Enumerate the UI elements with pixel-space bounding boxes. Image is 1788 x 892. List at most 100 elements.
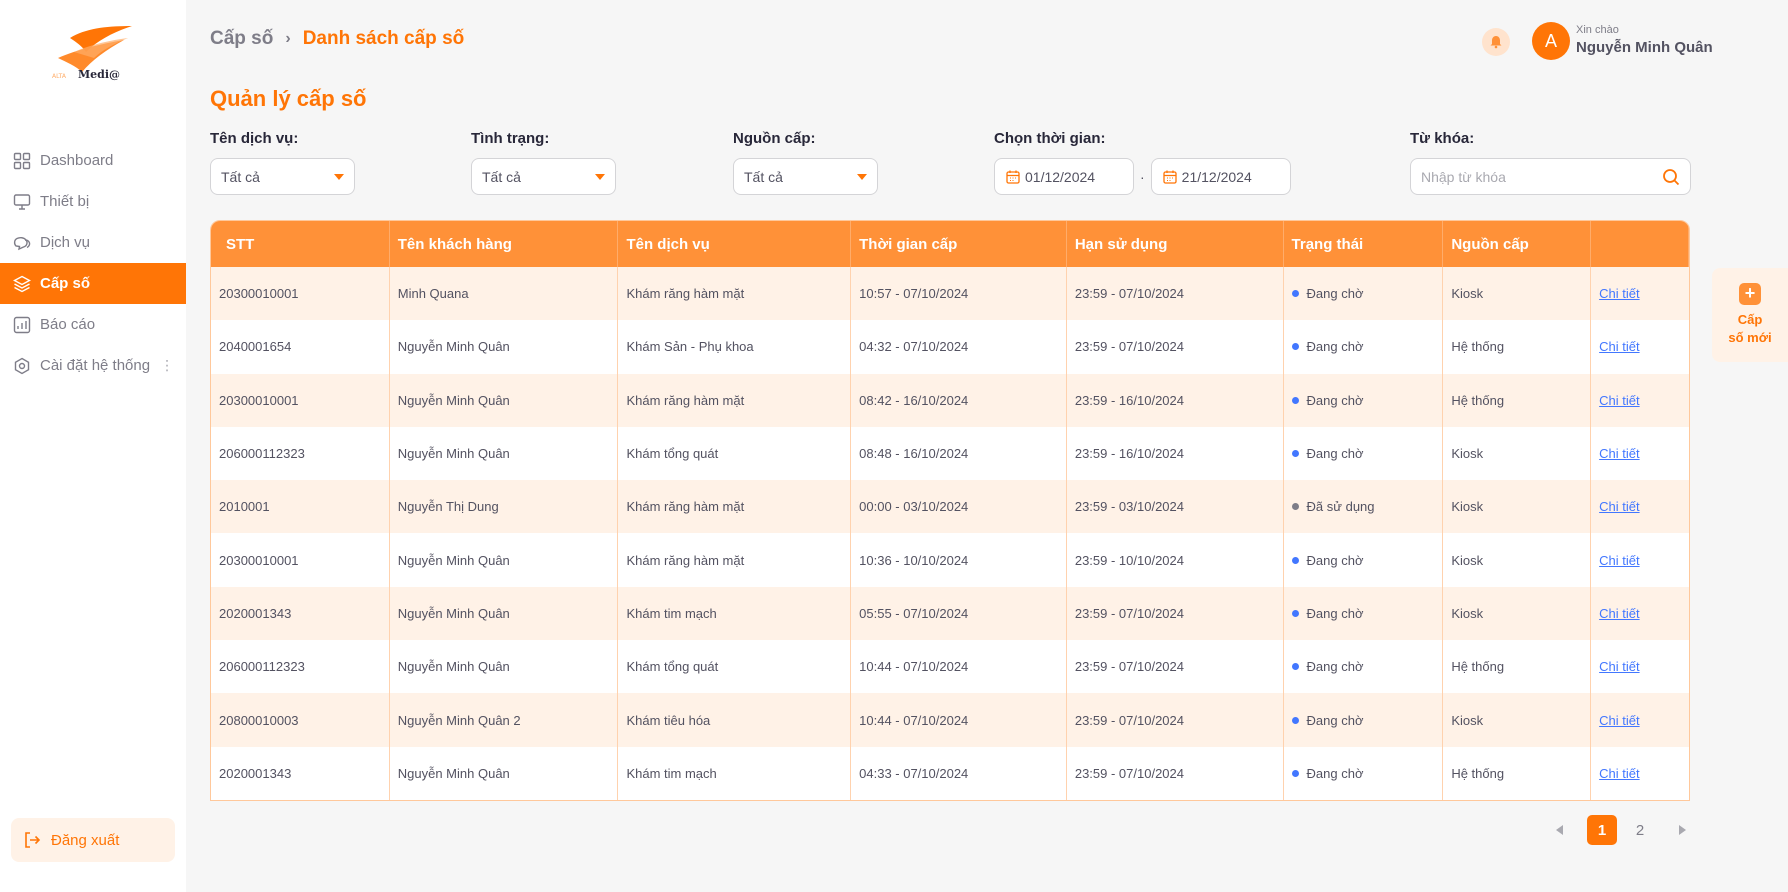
cell-expiry: 23:59 - 16/10/2024 bbox=[1067, 373, 1284, 427]
caret-down-icon bbox=[334, 173, 344, 180]
next-page-icon[interactable] bbox=[1679, 825, 1686, 835]
add-button-label-2: số mới bbox=[1728, 330, 1772, 345]
breadcrumb-parent[interactable]: Cấp số bbox=[210, 28, 273, 50]
detail-link[interactable]: Chi tiết bbox=[1599, 499, 1639, 514]
table-header-row: STT Tên khách hàng Tên dịch vụ Thời gian… bbox=[211, 221, 1689, 267]
cell-service: Khám tổng quát bbox=[618, 640, 852, 694]
status-select[interactable]: Tất cả bbox=[471, 158, 616, 195]
detail-link[interactable]: Chi tiết bbox=[1599, 286, 1639, 301]
cell-issued: 10:44 - 07/10/2024 bbox=[851, 693, 1067, 747]
cell-expiry: 23:59 - 10/10/2024 bbox=[1067, 533, 1284, 587]
cell-service: Khám tim mạch bbox=[618, 586, 852, 641]
status-dot-icon bbox=[1291, 450, 1299, 458]
date-to-input[interactable]: 21/12/2024 bbox=[1150, 158, 1291, 195]
cell-stt: 206000112323 bbox=[211, 640, 390, 694]
cell-stt: 20300010001 bbox=[211, 373, 390, 427]
sidebar-item-devices[interactable]: Thiết bị bbox=[0, 181, 186, 222]
column-header-source: Nguồn cấp bbox=[1443, 221, 1592, 267]
cell-service: Khám răng hàm mặt bbox=[618, 480, 852, 534]
cell-expiry: 23:59 - 16/10/2024 bbox=[1067, 426, 1284, 481]
source-filter: Nguồn cấp: Tất cả bbox=[733, 130, 878, 195]
status-text: Đang chờ bbox=[1306, 552, 1364, 568]
sidebar-item-label: Cấp số bbox=[40, 275, 91, 292]
detail-link[interactable]: Chi tiết bbox=[1599, 606, 1639, 621]
cell-status: Đã sử dụng bbox=[1284, 480, 1444, 534]
sidebar-item-dashboard[interactable]: Dashboard bbox=[0, 140, 186, 181]
source-select-value: Tất cả bbox=[744, 168, 783, 185]
cell-issued: 08:48 - 16/10/2024 bbox=[851, 426, 1067, 481]
cell-service: Khám tim mạch bbox=[618, 746, 852, 800]
sidebar-nav: Dashboard Thiết bị Dịch vụ Cấp số Báo cá… bbox=[0, 140, 186, 386]
date-from-input[interactable]: 01/12/2024 bbox=[994, 158, 1134, 195]
cell-stt: 2010001 bbox=[211, 480, 390, 534]
search-box bbox=[1410, 158, 1691, 195]
table-row: 20300010001 Nguyễn Minh Quân Khám răng hàm… bbox=[211, 533, 1689, 587]
cell-source: Kiosk bbox=[1443, 267, 1592, 321]
status-dot-icon bbox=[1291, 503, 1299, 511]
status-dot-icon bbox=[1291, 396, 1299, 404]
logo: ALTA Medi@ bbox=[52, 22, 136, 90]
search-icon[interactable] bbox=[1662, 168, 1680, 186]
cell-customer: Nguyễn Minh Quân bbox=[390, 746, 619, 800]
settings-icon bbox=[12, 356, 32, 376]
pagination: 1 2 bbox=[1556, 815, 1686, 845]
cell-issued: 04:32 - 07/10/2024 bbox=[851, 320, 1067, 374]
date-to-value: 21/12/2024 bbox=[1181, 168, 1252, 185]
cell-customer: Minh Quana bbox=[390, 267, 619, 321]
keyword-filter-label: Từ khóa: bbox=[1410, 130, 1475, 147]
cell-expiry: 23:59 - 07/10/2024 bbox=[1067, 693, 1284, 747]
cell-expiry: 23:59 - 07/10/2024 bbox=[1067, 640, 1284, 694]
cell-stt: 2020001343 bbox=[211, 746, 390, 800]
cell-source: Kiosk bbox=[1443, 693, 1592, 747]
cell-service: Khám răng hàm mặt bbox=[618, 533, 852, 587]
detail-link[interactable]: Chi tiết bbox=[1599, 446, 1639, 461]
source-select[interactable]: Tất cả bbox=[733, 158, 878, 195]
service-select[interactable]: Tất cả bbox=[210, 158, 355, 195]
page-1-button[interactable]: 1 bbox=[1587, 815, 1617, 845]
cell-source: Kiosk bbox=[1443, 426, 1592, 481]
sidebar-item-reports[interactable]: Báo cáo bbox=[0, 304, 186, 345]
detail-link[interactable]: Chi tiết bbox=[1599, 713, 1639, 728]
detail-link[interactable]: Chi tiết bbox=[1599, 766, 1639, 781]
user-greeting[interactable]: Xin chào Nguyễn Minh Quân bbox=[1576, 24, 1713, 56]
source-filter-label: Nguồn cấp: bbox=[733, 130, 816, 147]
sidebar-item-queue[interactable]: Cấp số bbox=[0, 263, 186, 304]
detail-link[interactable]: Chi tiết bbox=[1599, 659, 1639, 674]
sidebar-item-settings[interactable]: Cài đặt hệ thống ⋮ bbox=[0, 345, 186, 386]
page-2-button[interactable]: 2 bbox=[1625, 815, 1655, 845]
cell-customer: Nguyễn Minh Quân bbox=[390, 320, 619, 374]
notification-button[interactable] bbox=[1482, 28, 1510, 56]
detail-link[interactable]: Chi tiết bbox=[1599, 393, 1639, 408]
logout-button[interactable]: Đăng xuất bbox=[11, 818, 175, 862]
status-text: Đang chờ bbox=[1306, 765, 1364, 781]
table-row: 206000112323 Nguyễn Minh Quân Khám tổng qu… bbox=[211, 426, 1689, 481]
cell-issued: 00:00 - 03/10/2024 bbox=[851, 480, 1067, 534]
status-dot-icon bbox=[1291, 290, 1299, 298]
sidebar-item-label: Cài đặt hệ thống bbox=[40, 357, 151, 374]
cell-customer: Nguyễn Thị Dung bbox=[390, 480, 619, 534]
avatar[interactable]: A bbox=[1532, 22, 1570, 60]
search-input[interactable] bbox=[1421, 168, 1662, 185]
status-text: Đang chờ bbox=[1306, 392, 1364, 408]
cell-customer: Nguyễn Minh Quân bbox=[390, 426, 619, 481]
table-row: 2020001343 Nguyễn Minh Quân Khám tim mạch 0… bbox=[211, 586, 1689, 641]
service-select-value: Tất cả bbox=[221, 168, 260, 185]
sidebar-item-services[interactable]: Dịch vụ bbox=[0, 222, 186, 263]
add-queue-number-button[interactable]: + Cấp số mới bbox=[1712, 268, 1788, 362]
cell-customer: Nguyễn Minh Quân bbox=[390, 373, 619, 427]
svg-text:Medi@: Medi@ bbox=[78, 68, 120, 81]
sidebar-item-label: Báo cáo bbox=[40, 316, 96, 333]
detail-link[interactable]: Chi tiết bbox=[1599, 339, 1639, 354]
column-header-service: Tên dịch vụ bbox=[618, 221, 852, 267]
table-row: 2020001343 Nguyễn Minh Quân Khám tim mạch 0… bbox=[211, 746, 1689, 800]
cell-expiry: 23:59 - 07/10/2024 bbox=[1067, 586, 1284, 641]
detail-link[interactable]: Chi tiết bbox=[1599, 553, 1639, 568]
cell-expiry: 23:59 - 03/10/2024 bbox=[1067, 480, 1284, 534]
more-vertical-icon[interactable]: ⋮ bbox=[160, 357, 174, 374]
cell-status: Đang chờ bbox=[1284, 746, 1444, 800]
prev-page-icon[interactable] bbox=[1556, 825, 1563, 835]
queue-table: STT Tên khách hàng Tên dịch vụ Thời gian… bbox=[210, 220, 1690, 801]
cell-expiry: 23:59 - 07/10/2024 bbox=[1067, 320, 1284, 374]
cell-status: Đang chờ bbox=[1284, 267, 1444, 321]
status-text: Đang chờ bbox=[1306, 339, 1364, 355]
